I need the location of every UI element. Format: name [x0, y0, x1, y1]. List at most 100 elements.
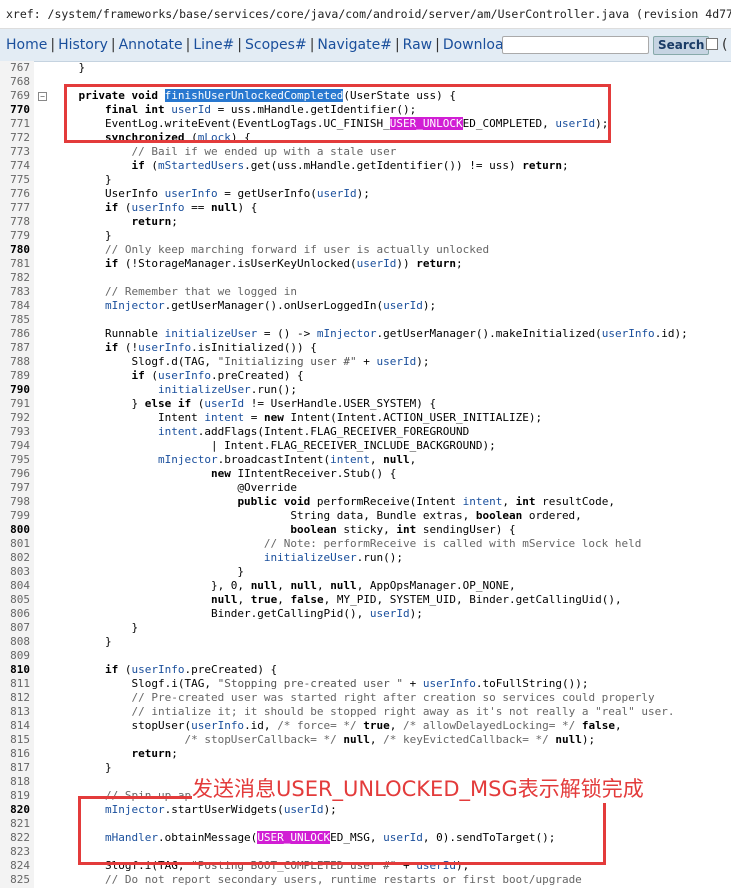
line-number[interactable]: 821: [0, 817, 30, 831]
line-number[interactable]: 814: [0, 719, 30, 733]
code-line: Slogf.i(TAG, "Stopping pre-created user …: [52, 677, 589, 690]
line-number[interactable]: 788: [0, 355, 30, 369]
nav-navigate-link[interactable]: Navigate#: [317, 37, 392, 53]
line-number[interactable]: 777: [0, 201, 30, 215]
nav-separator: |: [394, 37, 400, 53]
code-line: if (userInfo.preCreated) {: [104, 663, 278, 676]
code-line: } else if (userId != UserHandle.USER_SYS…: [52, 397, 437, 410]
line-number[interactable]: 770: [0, 103, 30, 117]
nav-home-link[interactable]: Home: [6, 37, 47, 53]
line-number[interactable]: 819: [0, 789, 30, 803]
line-number[interactable]: 781: [0, 257, 30, 271]
line-number[interactable]: 805: [0, 593, 30, 607]
line-number[interactable]: 782: [0, 271, 30, 285]
line-number[interactable]: 801: [0, 537, 30, 551]
line-number[interactable]: 804: [0, 579, 30, 593]
line-number[interactable]: 779: [0, 229, 30, 243]
line-number[interactable]: 768: [0, 75, 30, 89]
code-line: if (!userInfo.isInitialized()) {: [104, 341, 317, 354]
code-line: }: [52, 761, 112, 774]
line-number[interactable]: 767: [0, 61, 30, 75]
line-number[interactable]: 800: [0, 523, 30, 537]
line-number[interactable]: 795: [0, 453, 30, 467]
line-number[interactable]: 823: [0, 845, 30, 859]
line-number[interactable]: 776: [0, 187, 30, 201]
nav-annotate-link[interactable]: Annotate: [119, 37, 183, 53]
line-number[interactable]: 803: [0, 565, 30, 579]
line-number[interactable]: 815: [0, 733, 30, 747]
code-line: stopUser(userInfo.id, /* force= */ true,…: [52, 719, 622, 732]
line-number[interactable]: 785: [0, 313, 30, 327]
code-line: }: [52, 565, 245, 578]
code-line: }: [52, 61, 86, 74]
line-number[interactable]: 774: [0, 159, 30, 173]
nav-raw-link[interactable]: Raw: [403, 37, 432, 53]
code-line: initializeUser.run();: [263, 551, 403, 564]
nav-separator: |: [110, 37, 116, 53]
line-number[interactable]: 820: [0, 803, 30, 817]
nav-bar: Home | History | Annotate | Line# | Scopes# | Navi…: [0, 29, 731, 62]
code-line: }: [52, 635, 112, 648]
line-number[interactable]: 812: [0, 691, 30, 705]
line-number[interactable]: 807: [0, 621, 30, 635]
line-number[interactable]: 796: [0, 467, 30, 481]
line-number[interactable]: 787: [0, 341, 30, 355]
line-number[interactable]: 791: [0, 397, 30, 411]
highlight-box-send-message: [78, 796, 606, 865]
line-number[interactable]: 789: [0, 369, 30, 383]
line-number[interactable]: 825: [0, 873, 30, 887]
code-line: UserInfo userInfo = getUserInfo(userId);: [52, 187, 370, 200]
line-number[interactable]: 778: [0, 215, 30, 229]
code-line: }, 0, null, null, null, AppOpsManager.OP…: [52, 579, 516, 592]
line-number[interactable]: 797: [0, 481, 30, 495]
line-number[interactable]: 822: [0, 831, 30, 845]
line-number[interactable]: 794: [0, 439, 30, 453]
line-number[interactable]: 813: [0, 705, 30, 719]
line-number[interactable]: 802: [0, 551, 30, 565]
code-line: return;: [131, 215, 178, 228]
code-line: Runnable initializeUser = () -> mInjecto…: [52, 327, 688, 340]
line-number[interactable]: 810: [0, 663, 30, 677]
line-number[interactable]: 811: [0, 677, 30, 691]
line-number[interactable]: 816: [0, 747, 30, 761]
line-number[interactable]: 818: [0, 775, 30, 789]
code-line: // Note: performReceive is called with m…: [263, 537, 642, 550]
line-number[interactable]: 824: [0, 859, 30, 873]
search-option-checkbox[interactable]: [706, 38, 718, 50]
line-number[interactable]: 784: [0, 299, 30, 313]
search-button[interactable]: Search: [653, 36, 710, 55]
nav-history-link[interactable]: History: [58, 37, 108, 53]
line-number[interactable]: 817: [0, 761, 30, 775]
line-number[interactable]: 798: [0, 495, 30, 509]
line-number[interactable]: 775: [0, 173, 30, 187]
line-number[interactable]: 809: [0, 649, 30, 663]
line-number[interactable]: 772: [0, 131, 30, 145]
line-number[interactable]: 806: [0, 607, 30, 621]
line-number[interactable]: 783: [0, 285, 30, 299]
line-number[interactable]: 786: [0, 327, 30, 341]
line-number[interactable]: 780: [0, 243, 30, 257]
code-line: }: [52, 621, 139, 634]
nav-links: Home | History | Annotate | Line# | Scopes# | Navi…: [6, 29, 512, 61]
code-line: intent.addFlags(Intent.FLAG_RECEIVER_FOR…: [157, 425, 470, 438]
code-line: | Intent.FLAG_RECEIVER_INCLUDE_BACKGROUN…: [52, 439, 496, 452]
code-line: new IIntentReceiver.Stub() {: [210, 467, 397, 480]
nav-separator: |: [50, 37, 56, 53]
xref-path: xref: /system/frameworks/base/services/c…: [0, 0, 731, 29]
nav-scopes-link[interactable]: Scopes#: [245, 37, 307, 53]
search-input[interactable]: [502, 36, 649, 54]
line-number[interactable]: 799: [0, 509, 30, 523]
fold-toggle-icon[interactable]: −: [38, 92, 47, 101]
line-number[interactable]: 792: [0, 411, 30, 425]
code-line: // Pre-created user was started right af…: [131, 691, 655, 704]
line-number[interactable]: 790: [0, 383, 30, 397]
code-line: mInjector.broadcastIntent(intent, null,: [157, 453, 417, 466]
line-number[interactable]: 808: [0, 635, 30, 649]
code-line: if (userInfo.preCreated) {: [131, 369, 304, 382]
line-number[interactable]: 793: [0, 425, 30, 439]
line-number[interactable]: 771: [0, 117, 30, 131]
line-number[interactable]: 769: [0, 89, 30, 103]
nav-line-numbers-link[interactable]: Line#: [193, 37, 234, 53]
line-number[interactable]: 773: [0, 145, 30, 159]
code-line: // Remember that we logged in: [104, 285, 298, 298]
